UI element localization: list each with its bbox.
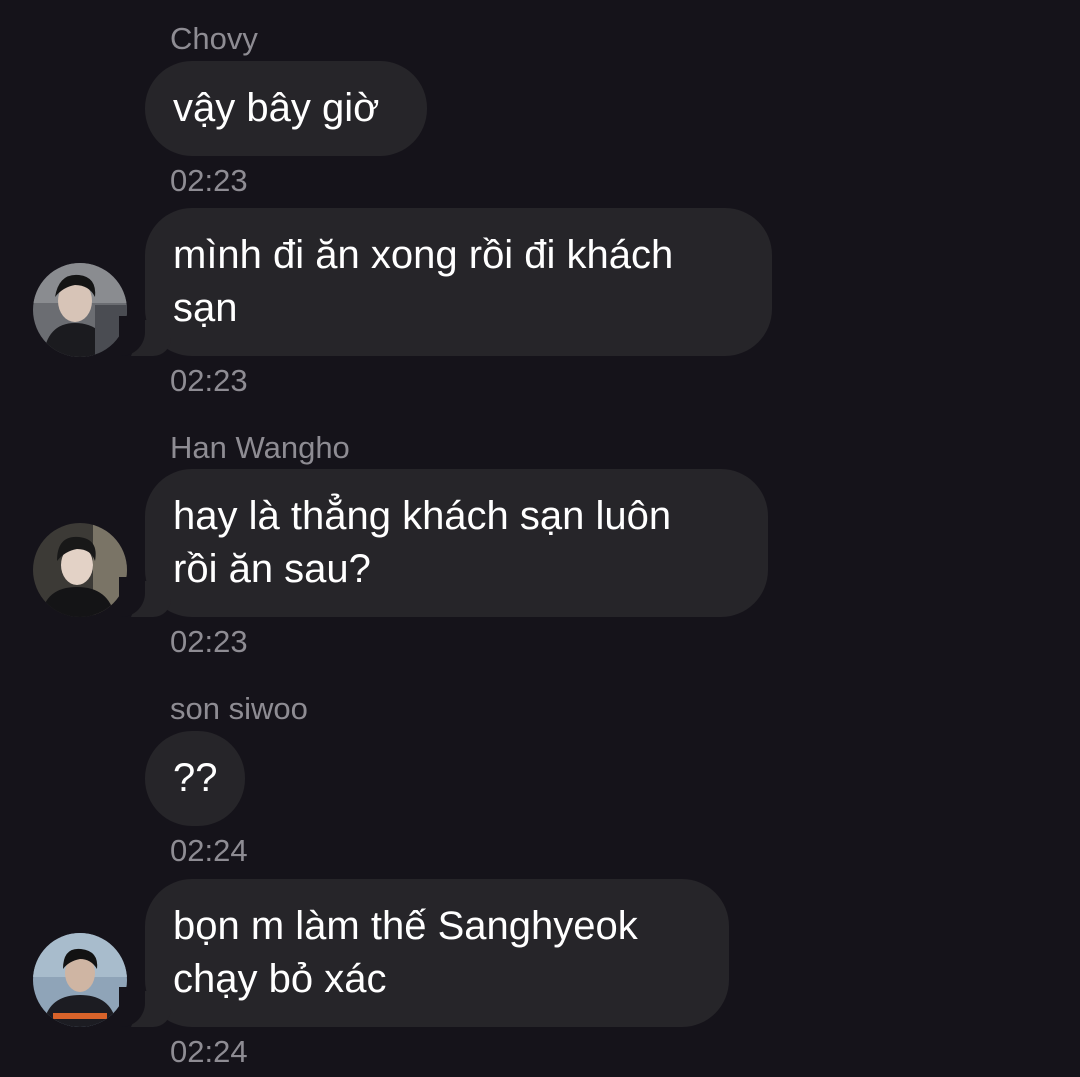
- avatar-photo-icon: [33, 523, 127, 617]
- sender-avatar[interactable]: [33, 523, 127, 617]
- message-text-line-2: sạn: [173, 286, 238, 330]
- message-bubble[interactable]: mình đi ăn xong rồi đi khách sạn: [119, 208, 772, 356]
- chat-thread[interactable]: Chovy vậy bây giờ 02:23 mình đi ăn xong …: [0, 0, 1080, 1077]
- sender-name: Chovy: [170, 21, 258, 56]
- message-text-line-1: hay là thẳng khách sạn luôn: [173, 494, 672, 538]
- message-timestamp: 02:23: [170, 363, 248, 398]
- message-bubble[interactable]: bọn m làm thế Sanghyeok chạy bỏ xác: [119, 879, 729, 1027]
- sender-name: son siwoo: [170, 691, 308, 726]
- avatar-photo-icon: [33, 263, 127, 357]
- message-text-line-1: bọn m làm thế Sanghyeok: [173, 904, 638, 948]
- message-text: ??: [173, 756, 218, 800]
- message-text-line-2: rồi ăn sau?: [173, 547, 371, 591]
- message-text-line-2: chạy bỏ xác: [173, 957, 387, 1001]
- sender-avatar[interactable]: [33, 933, 127, 1027]
- message-bubble[interactable]: vậy bây giờ: [145, 61, 427, 156]
- message-bubble[interactable]: hay là thẳng khách sạn luôn rồi ăn sau?: [119, 469, 768, 617]
- message-timestamp: 02:23: [170, 163, 248, 198]
- message-timestamp: 02:24: [170, 1034, 248, 1069]
- message-bubble[interactable]: ??: [145, 731, 245, 826]
- message-text: vậy bây giờ: [173, 86, 380, 130]
- avatar-photo-icon: [33, 933, 127, 1027]
- message-timestamp: 02:23: [170, 624, 248, 659]
- message-timestamp: 02:24: [170, 833, 248, 868]
- message-text-line-1: mình đi ăn xong rồi đi khách: [173, 233, 674, 277]
- sender-name: Han Wangho: [170, 430, 350, 465]
- sender-avatar[interactable]: [33, 263, 127, 357]
